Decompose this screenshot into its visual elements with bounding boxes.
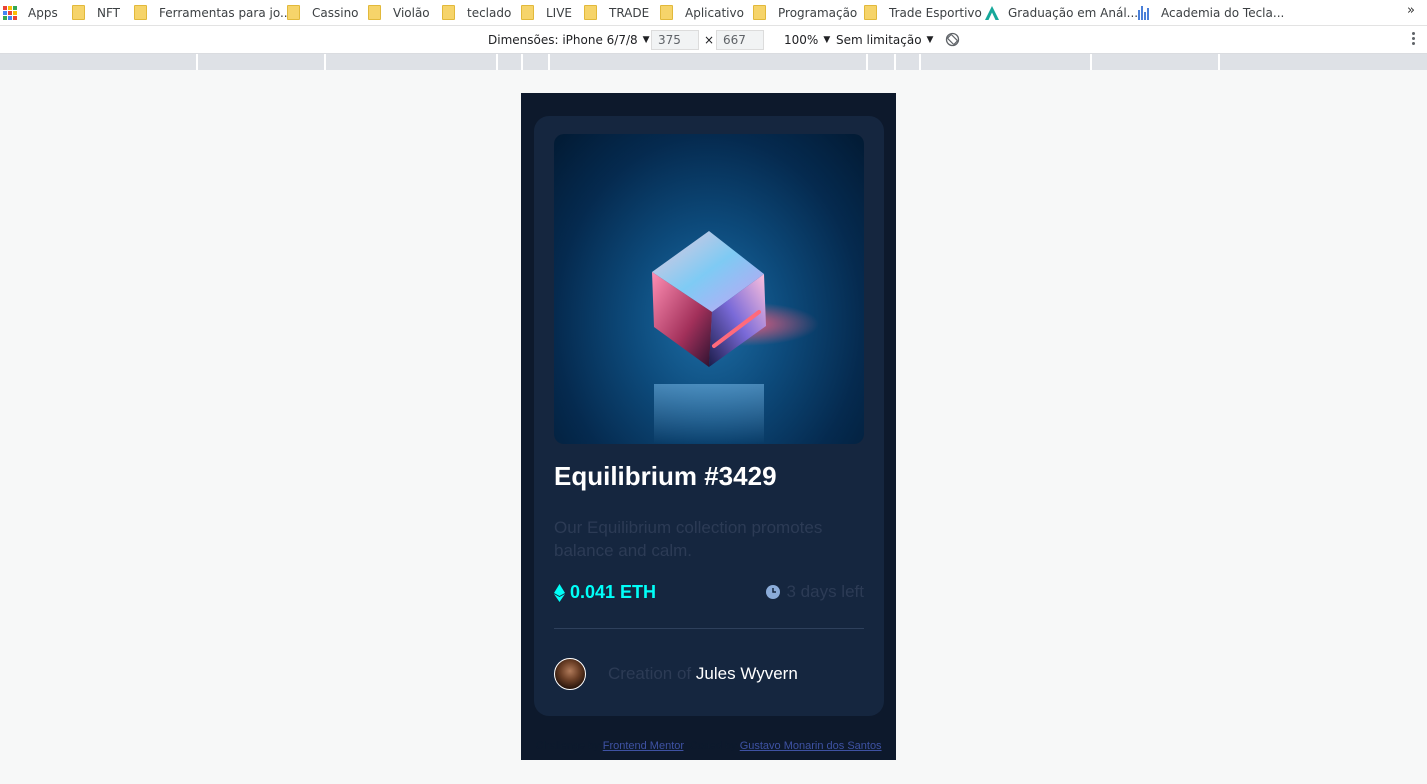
price-row: 0.041 ETH 3 days left	[554, 582, 864, 606]
bookmark-live[interactable]: LIVE	[521, 0, 572, 25]
ruler-tick[interactable]	[324, 54, 326, 70]
bookmark-graduacao[interactable]: Graduação em Anál...	[984, 0, 1138, 25]
folder-icon	[368, 5, 381, 20]
site-a-logo-icon	[985, 5, 999, 20]
creator-name[interactable]: Jules Wyvern	[696, 664, 798, 683]
height-input[interactable]: 667	[716, 29, 764, 50]
attribution: Challenge by Frontend Mentor. Coded by G…	[521, 740, 896, 752]
nft-title[interactable]: Equilibrium #3429	[554, 461, 777, 492]
bookmark-label: Cassino	[312, 5, 359, 20]
crystal-cube-illustration	[652, 231, 819, 444]
throttle-select[interactable]: Sem limitação ▼	[836, 26, 933, 53]
creator-row: Creation of Jules Wyvern	[554, 657, 864, 691]
bookmark-cassino[interactable]: Cassino	[287, 0, 359, 25]
creator-text: Creation of Jules Wyvern	[608, 664, 798, 684]
device-viewport: Equilibrium #3429 Our Equilibrium collec…	[521, 93, 896, 760]
eth-price-value: 0.041 ETH	[570, 582, 657, 602]
ruler-tick[interactable]	[196, 54, 198, 70]
dimension-separator: ×	[704, 32, 715, 47]
bookmark-label: LIVE	[546, 5, 573, 20]
ruler-tick[interactable]	[894, 54, 896, 70]
rotate-icon	[945, 32, 960, 47]
bookmark-violao[interactable]: Violão	[368, 0, 430, 25]
attribution-middle: . Coded by	[683, 740, 737, 752]
creator-prefix: Creation of	[608, 664, 692, 683]
throttle-label: Sem limitação	[836, 32, 922, 47]
more-bookmarks-chevron-icon[interactable]: »	[1407, 3, 1415, 18]
avatar	[554, 658, 586, 690]
device-select-label: Dimensões: iPhone 6/7/8	[488, 32, 638, 47]
time-left: 3 days left	[765, 582, 865, 602]
folder-icon	[753, 5, 766, 20]
ruler-tick[interactable]	[496, 54, 498, 70]
folder-icon	[442, 5, 455, 20]
bookmark-nft[interactable]: NFT	[72, 0, 120, 25]
dropdown-caret-icon: ▼	[642, 34, 650, 45]
zoom-label: 100%	[784, 32, 819, 47]
nft-card: Equilibrium #3429 Our Equilibrium collec…	[534, 116, 884, 716]
ruler-tick[interactable]	[919, 54, 921, 70]
ethereum-icon	[554, 583, 565, 602]
bookmarks-bar: Apps NFT Ferramentas para jo... Cassino …	[0, 0, 1427, 26]
bookmark-label: TRADE	[609, 5, 650, 20]
bookmark-academia[interactable]: Academia do Tecla...	[1138, 0, 1284, 25]
bookmark-teclado[interactable]: teclado	[442, 0, 511, 25]
folder-icon	[864, 5, 877, 20]
site-bars-logo-icon	[1138, 5, 1152, 20]
media-query-ruler	[0, 54, 1427, 70]
folder-icon	[660, 5, 673, 20]
folder-icon	[584, 5, 597, 20]
more-options-icon[interactable]	[1412, 32, 1415, 45]
bookmark-label: teclado	[467, 5, 512, 20]
apps-grid-icon	[3, 5, 17, 20]
width-input-wrap: 375	[651, 26, 699, 53]
attribution-prefix: Challenge by	[535, 740, 600, 752]
bookmark-label: Violão	[393, 5, 430, 20]
frontend-mentor-link[interactable]: Frontend Mentor	[603, 740, 684, 752]
dropdown-caret-icon: ▼	[926, 34, 934, 45]
bookmark-programacao[interactable]: Programação	[753, 0, 857, 25]
bookmark-label: Trade Esportivo	[889, 5, 982, 20]
time-left-label: 3 days left	[786, 582, 865, 601]
bookmark-label: Graduação em Anál...	[1008, 5, 1139, 20]
bookmark-label: Academia do Tecla...	[1161, 5, 1285, 20]
folder-icon	[521, 5, 534, 20]
height-input-wrap: 667	[716, 26, 764, 53]
ruler-tick[interactable]	[548, 54, 550, 70]
dropdown-caret-icon: ▼	[823, 34, 831, 45]
author-link[interactable]: Gustavo Monarin dos Santos	[740, 740, 882, 752]
ruler-tick[interactable]	[521, 54, 523, 70]
device-select[interactable]: Dimensões: iPhone 6/7/8 ▼	[488, 26, 650, 53]
zoom-select[interactable]: 100% ▼	[784, 26, 830, 53]
bookmark-aplicativo[interactable]: Aplicativo	[660, 0, 744, 25]
bookmark-label: NFT	[97, 5, 120, 20]
bookmark-trade-esportivo[interactable]: Trade Esportivo	[864, 0, 982, 25]
bookmark-label: Aplicativo	[685, 5, 744, 20]
folder-icon	[287, 5, 300, 20]
width-input[interactable]: 375	[651, 29, 699, 50]
clock-icon	[765, 585, 780, 599]
rotate-button[interactable]	[945, 26, 960, 53]
folder-icon	[134, 5, 147, 20]
card-divider	[554, 628, 864, 629]
folder-icon	[72, 5, 85, 20]
bookmark-trade[interactable]: TRADE	[584, 0, 649, 25]
eth-price: 0.041 ETH	[554, 582, 656, 603]
bookmark-apps[interactable]: Apps	[3, 0, 58, 25]
bookmark-ferramentas[interactable]: Ferramentas para jo...	[134, 0, 291, 25]
ruler-tick[interactable]	[866, 54, 868, 70]
ruler-tick[interactable]	[1218, 54, 1220, 70]
nft-image[interactable]	[554, 134, 864, 444]
bookmark-label: Apps	[28, 5, 58, 20]
ruler-tick[interactable]	[1090, 54, 1092, 70]
nft-description: Our Equilibrium collection promotes bala…	[554, 518, 823, 560]
device-toolbar: Dimensões: iPhone 6/7/8 ▼ 375 × 667 100%…	[0, 26, 1427, 54]
bookmark-label: Ferramentas para jo...	[159, 5, 292, 20]
bookmark-label: Programação	[778, 5, 858, 20]
